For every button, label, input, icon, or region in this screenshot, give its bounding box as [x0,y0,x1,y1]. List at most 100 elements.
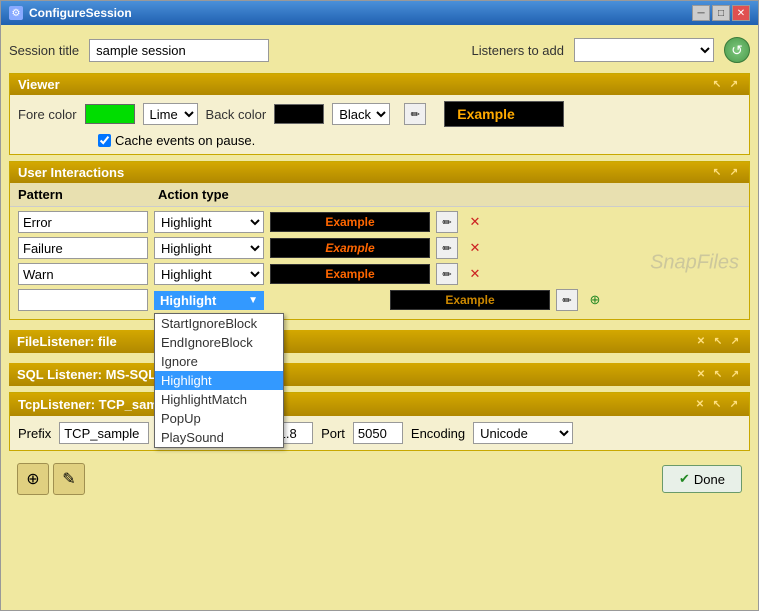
tcp-body: Prefix Sender IP Port Encoding Unicode [10,416,749,450]
table-row: Highlight ▼ StartIgnoreBlock EndIgnoreBl… [18,289,741,311]
sql-listener-icon-1[interactable]: ↖ [711,368,725,382]
pattern-input-1[interactable] [18,211,148,233]
session-title-label: Session title [9,43,79,58]
session-title-input[interactable] [89,39,269,62]
viewer-title: Viewer [18,77,60,92]
example-1: Example [270,212,430,232]
back-color-select[interactable]: Black [332,103,390,125]
col-pattern-header: Pattern [18,187,148,202]
sql-listener-delete-icon[interactable]: ✕ [694,368,708,382]
dropdown-item[interactable]: HighlightMatch [155,390,283,409]
viewer-icon-1[interactable]: ↖ [710,78,724,92]
dropdown-item[interactable]: StartIgnoreBlock [155,314,283,333]
edit-btn-3[interactable]: ✏ [436,263,458,285]
main-content: Session title Listeners to add ↺ Viewer … [1,25,758,610]
file-listener-icon-2[interactable]: ↗ [728,335,742,349]
table-row: Highlight Example ✏ ✕ [18,211,741,233]
viewer-color-row: Fore color Lime Back color Black ✏ Examp… [18,101,741,127]
fore-color-label: Fore color [18,107,77,122]
viewer-section: Viewer ↖ ↗ Fore color Lime Back color Bl [9,73,750,155]
back-color-swatch [274,104,324,124]
prefix-input[interactable] [59,422,149,444]
encoding-label: Encoding [411,426,465,441]
ui-icon-2[interactable]: ↗ [727,166,741,180]
ui-title: User Interactions [18,165,124,180]
refresh-button[interactable]: ↺ [724,37,750,63]
pattern-input-3[interactable] [18,263,148,285]
table-row: Highlight Example ✏ ✕ [18,263,741,285]
sql-listener-row: SQL Listener: MS-SQL ✕ ↖ ↗ [9,363,750,386]
top-bar: Session title Listeners to add ↺ [9,33,750,67]
tcp-section: TcpListener: TCP_sample ✕ ↖ ↗ Prefix Sen… [9,392,750,451]
main-window: ⚙ ConfigureSession ─ □ ✕ Session title L… [0,0,759,611]
file-listener-row: FileListener: file ✕ ↖ ↗ [9,330,750,353]
done-check-icon: ✔ [679,471,690,487]
cache-checkbox[interactable] [98,134,111,147]
bottom-btn-2[interactable]: ✎ [53,463,85,495]
tcp-listener-icon-1[interactable]: ↖ [710,398,724,412]
col-action-header: Action type [158,187,288,202]
prefix-label: Prefix [18,426,51,441]
cache-row: Cache events on pause. [18,133,741,148]
delete-btn-1[interactable]: ✕ [464,211,486,233]
pattern-input-2[interactable] [18,237,148,259]
close-button[interactable]: ✕ [732,5,750,21]
bottom-btn-1[interactable]: ⊕ [17,463,49,495]
tcp-listener-delete-icon[interactable]: ✕ [693,398,707,412]
dropdown-selected: Highlight [160,293,216,308]
sql-listener-title: SQL Listener: MS-SQL [17,367,156,382]
window-icon: ⚙ [9,6,23,20]
example-4: Example [390,290,550,310]
viewer-body: Fore color Lime Back color Black ✏ Examp… [10,95,749,154]
dropdown-item[interactable]: EndIgnoreBlock [155,333,283,352]
table-row: Highlight Example ✏ ✕ [18,237,741,259]
user-interactions-section: User Interactions ↖ ↗ Pattern Action typ… [9,161,750,320]
listeners-dropdown[interactable] [574,38,714,62]
cache-label: Cache events on pause. [115,133,255,148]
action-select-2[interactable]: Highlight [154,237,264,259]
window-controls: ─ □ ✕ [692,5,750,21]
dropdown-item[interactable]: PopUp [155,409,283,428]
viewer-edit-button[interactable]: ✏ [404,103,426,125]
bottom-left-buttons: ⊕ ✎ [17,463,85,495]
done-label: Done [694,472,725,487]
encoding-select[interactable]: Unicode [473,422,573,444]
file-listener-delete-icon[interactable]: ✕ [694,335,708,349]
dropdown-header[interactable]: Highlight ▼ [154,291,264,310]
sql-listener-icon-2[interactable]: ↗ [728,368,742,382]
edit-btn-1[interactable]: ✏ [436,211,458,233]
viewer-header: Viewer ↖ ↗ [10,74,749,95]
port-label: Port [321,426,345,441]
maximize-button[interactable]: □ [712,5,730,21]
pattern-input-4[interactable] [18,289,148,311]
edit-btn-2[interactable]: ✏ [436,237,458,259]
ui-column-headers: Pattern Action type [10,183,749,207]
dropdown-item-playsound[interactable]: PlaySound [155,428,283,447]
done-button[interactable]: ✔ Done [662,465,742,493]
action-dropdown[interactable]: StartIgnoreBlock EndIgnoreBlock Ignore H… [154,313,284,448]
dropdown-item-highlight[interactable]: Highlight [155,371,283,390]
action-select-3[interactable]: Highlight [154,263,264,285]
minimize-button[interactable]: ─ [692,5,710,21]
dropdown-item[interactable]: Ignore [155,352,283,371]
viewer-icon-2[interactable]: ↗ [727,78,741,92]
ui-icon-1[interactable]: ↖ [710,166,724,180]
action-select-1[interactable]: Highlight [154,211,264,233]
edit-btn-4[interactable]: ✏ [556,289,578,311]
add-btn[interactable]: ⊕ [584,289,606,311]
back-color-label: Back color [206,107,267,122]
port-input[interactable] [353,422,403,444]
file-listener-icon-1[interactable]: ↖ [711,335,725,349]
delete-btn-2[interactable]: ✕ [464,237,486,259]
fore-color-select[interactable]: Lime [143,103,198,125]
ui-header: User Interactions ↖ ↗ [10,162,749,183]
delete-btn-3[interactable]: ✕ [464,263,486,285]
listeners-to-add-label: Listeners to add [471,43,564,58]
action-dropdown-container: Highlight ▼ StartIgnoreBlock EndIgnoreBl… [154,291,264,310]
dropdown-arrow-icon: ▼ [248,295,258,306]
window-title: ConfigureSession [29,6,686,20]
tcp-listener-header: TcpListener: TCP_sample ✕ ↖ ↗ [10,393,749,416]
tcp-listener-icon-2[interactable]: ↗ [727,398,741,412]
example-2: Example [270,238,430,258]
fore-color-swatch [85,104,135,124]
